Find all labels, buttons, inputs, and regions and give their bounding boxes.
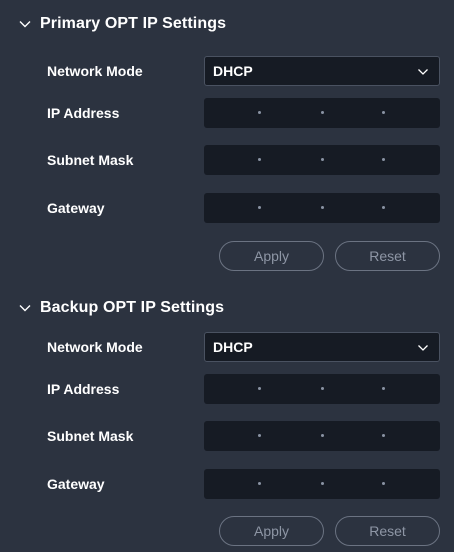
octet-separator bbox=[382, 158, 385, 161]
primary-gateway-input[interactable] bbox=[204, 193, 440, 223]
ip-address-label: IP Address bbox=[47, 381, 120, 397]
octet-separator bbox=[321, 434, 324, 437]
backup-gateway-input[interactable] bbox=[204, 469, 440, 499]
octet-separator bbox=[258, 111, 261, 114]
octet-separator bbox=[258, 158, 261, 161]
primary-network-mode-row: Network Mode DHCP bbox=[0, 56, 454, 86]
primary-section-header[interactable]: Primary OPT IP Settings bbox=[18, 12, 226, 36]
network-mode-value: DHCP bbox=[213, 63, 253, 79]
network-mode-label: Network Mode bbox=[47, 339, 143, 355]
octet-separator bbox=[321, 111, 324, 114]
opt-ip-settings-panel: Primary OPT IP Settings Network Mode DHC… bbox=[0, 0, 454, 552]
octet-separator bbox=[258, 206, 261, 209]
chevron-down-icon bbox=[417, 66, 429, 78]
octet-separator bbox=[382, 482, 385, 485]
chevron-down-icon[interactable] bbox=[18, 17, 32, 31]
octet-separator bbox=[321, 158, 324, 161]
backup-section-header[interactable]: Backup OPT IP Settings bbox=[18, 296, 224, 320]
primary-subnet-mask-row: Subnet Mask bbox=[0, 145, 454, 175]
backup-action-buttons: Apply Reset bbox=[0, 516, 454, 546]
octet-separator bbox=[382, 206, 385, 209]
primary-subnet-mask-input[interactable] bbox=[204, 145, 440, 175]
primary-action-buttons: Apply Reset bbox=[0, 241, 454, 271]
subnet-mask-label: Subnet Mask bbox=[47, 428, 134, 444]
octet-separator bbox=[258, 482, 261, 485]
backup-subnet-mask-row: Subnet Mask bbox=[0, 421, 454, 451]
primary-section-title: Primary OPT IP Settings bbox=[40, 15, 227, 32]
subnet-mask-label: Subnet Mask bbox=[47, 152, 134, 168]
network-mode-label: Network Mode bbox=[47, 63, 143, 79]
octet-separator bbox=[382, 434, 385, 437]
chevron-down-icon bbox=[417, 342, 429, 354]
backup-ip-address-input[interactable] bbox=[204, 374, 440, 404]
primary-gateway-row: Gateway bbox=[0, 193, 454, 223]
backup-apply-button[interactable]: Apply bbox=[219, 516, 324, 546]
primary-ip-address-input[interactable] bbox=[204, 98, 440, 128]
backup-subnet-mask-input[interactable] bbox=[204, 421, 440, 451]
octet-separator bbox=[382, 111, 385, 114]
backup-gateway-row: Gateway bbox=[0, 469, 454, 499]
octet-separator bbox=[321, 387, 324, 390]
octet-separator bbox=[258, 387, 261, 390]
octet-separator bbox=[321, 206, 324, 209]
octet-separator bbox=[258, 434, 261, 437]
backup-reset-button[interactable]: Reset bbox=[335, 516, 440, 546]
backup-section-title: Backup OPT IP Settings bbox=[40, 299, 225, 316]
gateway-label: Gateway bbox=[47, 200, 105, 216]
primary-reset-button[interactable]: Reset bbox=[335, 241, 440, 271]
octet-separator bbox=[382, 387, 385, 390]
gateway-label: Gateway bbox=[47, 476, 105, 492]
backup-ip-address-row: IP Address bbox=[0, 374, 454, 404]
network-mode-value: DHCP bbox=[213, 339, 253, 355]
backup-network-mode-row: Network Mode DHCP bbox=[0, 332, 454, 362]
primary-apply-button[interactable]: Apply bbox=[219, 241, 324, 271]
ip-address-label: IP Address bbox=[47, 105, 120, 121]
chevron-down-icon[interactable] bbox=[18, 301, 32, 315]
primary-network-mode-select[interactable]: DHCP bbox=[204, 56, 440, 86]
backup-network-mode-select[interactable]: DHCP bbox=[204, 332, 440, 362]
primary-ip-address-row: IP Address bbox=[0, 98, 454, 128]
octet-separator bbox=[321, 482, 324, 485]
